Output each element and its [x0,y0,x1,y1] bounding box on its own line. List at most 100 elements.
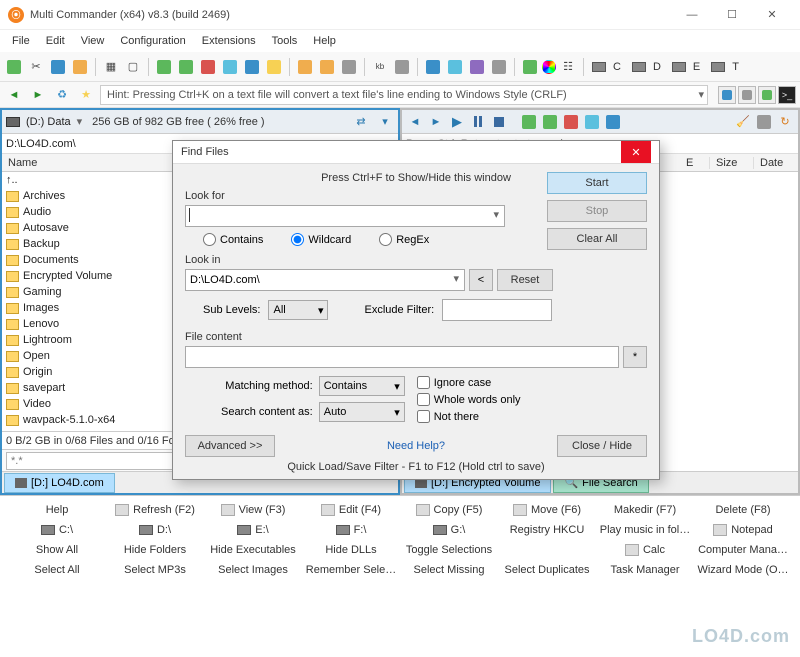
panel-swap-icon[interactable]: ⇄ [352,113,370,131]
exclude-input[interactable] [442,299,552,321]
toolbar-copy-icon[interactable] [48,57,68,77]
cmd-toggle-selections[interactable]: Toggle Selections [400,544,498,556]
toolbar-newfolder-icon[interactable] [264,57,284,77]
search-content-as-select[interactable]: Auto▾ [319,402,405,422]
ql-icon[interactable] [738,86,756,104]
col-e[interactable]: E [680,157,710,169]
cmd-view-f3-[interactable]: View (F3) [204,504,302,516]
cmd-calc[interactable]: Calc [596,544,694,556]
drive-t-icon[interactable] [708,57,728,77]
toolbar-deselect-icon[interactable]: ▢ [123,57,143,77]
reset-button[interactable]: Reset [497,269,553,291]
toolbar-refresh-icon[interactable] [4,57,24,77]
cmd-task-manager[interactable]: Task Manager [596,564,694,576]
search-tool-icon[interactable] [541,113,559,131]
search-stop-icon[interactable] [490,113,508,131]
search-tool-icon[interactable] [583,113,601,131]
toolbar-edit-icon[interactable] [242,57,262,77]
cmd-hide-executables[interactable]: Hide Executables [204,544,302,556]
look-in-input[interactable] [185,269,465,291]
toolbar-select-icon[interactable]: ▦ [101,57,121,77]
toolbar-layout-icon[interactable]: ☷ [558,57,578,77]
cmd-show-all[interactable]: Show All [8,544,106,556]
chk-not-there[interactable]: Not there [417,410,521,423]
search-back-icon[interactable]: ◄ [406,113,424,131]
close-hide-button[interactable]: Close / Hide [557,435,647,457]
toolbar-color-icon[interactable] [542,60,556,74]
drive-e-label[interactable]: E [691,61,706,73]
cmd-e-[interactable]: E:\ [204,524,302,536]
cmd-select-images[interactable]: Select Images [204,564,302,576]
drive-d-icon[interactable] [629,57,649,77]
toolbar-view-icon[interactable] [220,57,240,77]
cmd-select-duplicates[interactable]: Select Duplicates [498,564,596,576]
radio-regex[interactable]: RegEx [379,233,429,246]
hint-text-box[interactable]: Hint: Pressing Ctrl+K on a text file wil… [100,85,708,105]
chk-whole-words[interactable]: Whole words only [417,393,521,406]
menu-extensions[interactable]: Extensions [194,33,264,49]
wildcard-button[interactable]: * [623,346,647,368]
toolbar-checksum-icon[interactable] [489,57,509,77]
hint-dropdown-icon[interactable]: ▾ [698,88,704,101]
menu-tools[interactable]: Tools [264,33,306,49]
search-tool-icon[interactable] [562,113,580,131]
menu-file[interactable]: File [4,33,38,49]
menu-configuration[interactable]: Configuration [112,33,193,49]
toolbar-unpack-icon[interactable] [317,57,337,77]
cmd-registry-hkcu[interactable]: Registry HKCU [498,524,596,536]
start-button[interactable]: Start [547,172,647,194]
left-drive-label[interactable]: (D:) Data [26,116,71,128]
ql-icon[interactable]: >_ [778,86,796,104]
cmd-play-music-in-fol-[interactable]: Play music in fol… [596,524,694,536]
search-export-icon[interactable] [755,113,773,131]
cmd-f-[interactable]: F:\ [302,524,400,536]
search-tool-icon[interactable] [604,113,622,131]
search-clear-icon[interactable]: 🧹 [734,113,752,131]
advanced-button[interactable]: Advanced >> [185,435,275,457]
toolbar-attr-icon[interactable] [392,57,412,77]
look-for-input[interactable] [185,205,505,227]
left-tab[interactable]: [D:] LO4D.com [4,473,115,493]
ql-icon[interactable] [718,86,736,104]
maximize-button[interactable]: ☐ [712,1,752,29]
dialog-close-button[interactable]: ✕ [621,141,651,163]
toolbar-delete-icon[interactable] [198,57,218,77]
dropdown-icon[interactable]: ▾ [493,208,499,221]
radio-wildcard[interactable]: Wildcard [291,233,351,246]
need-help-link[interactable]: Need Help? [283,440,549,452]
toolbar-paste-icon[interactable] [70,57,90,77]
cmd-select-missing[interactable]: Select Missing [400,564,498,576]
drive-e-icon[interactable] [669,57,689,77]
panel-menu-icon[interactable]: ▾ [376,113,394,131]
menu-help[interactable]: Help [305,33,344,49]
drive-icon[interactable] [6,117,20,127]
cmd-wizard-mode-o-[interactable]: Wizard Mode (O… [694,564,792,576]
ql-icon[interactable] [758,86,776,104]
chk-ignore-case[interactable]: Ignore case [417,376,521,389]
cmd-hide-dlls[interactable]: Hide DLLs [302,544,400,556]
cmd-hide-folders[interactable]: Hide Folders [106,544,204,556]
clear-all-button[interactable]: Clear All [547,228,647,250]
cmd-g-[interactable]: G:\ [400,524,498,536]
cmd-edit-f4-[interactable]: Edit (F4) [302,504,400,516]
nav-back-icon[interactable]: ◄ [4,85,24,105]
menu-edit[interactable]: Edit [38,33,73,49]
menu-view[interactable]: View [73,33,113,49]
cmd-move-f6-[interactable]: Move (F6) [498,504,596,516]
nav-history-icon[interactable]: ♻ [52,85,72,105]
toolbar-size-icon[interactable]: kb [370,57,390,77]
cmd-select-all[interactable]: Select All [8,564,106,576]
drive-d-label[interactable]: D [651,61,667,73]
cmd-c-[interactable]: C:\ [8,524,106,536]
toolbar-move-to-icon[interactable] [176,57,196,77]
cmd-notepad[interactable]: Notepad [694,524,792,536]
minimize-button[interactable]: — [672,1,712,29]
radio-contains[interactable]: Contains [203,233,263,246]
stop-button[interactable]: Stop [547,200,647,222]
toolbar-test-icon[interactable] [339,57,359,77]
toolbar-settings-icon[interactable] [520,57,540,77]
look-in-up-button[interactable]: < [469,269,493,291]
matching-method-select[interactable]: Contains▾ [319,376,405,396]
toolbar-sync-icon[interactable] [467,57,487,77]
cmd-copy-f5-[interactable]: Copy (F5) [400,504,498,516]
